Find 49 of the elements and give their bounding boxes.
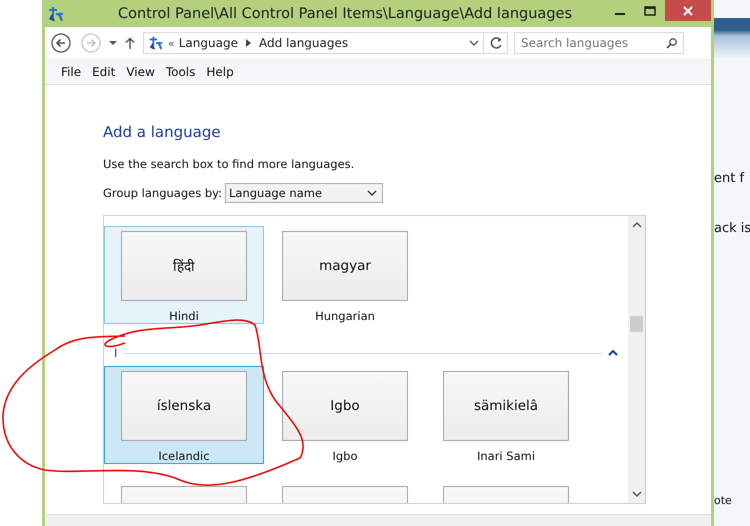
menu-item[interactable]: View [121, 63, 160, 81]
up-arrow-icon[interactable] [125, 37, 135, 49]
page-header-banner [714, 18, 750, 58]
collapse-caret-icon[interactable] [608, 350, 618, 356]
tile-highlight[interactable]: हिंदी Hindi [104, 226, 264, 324]
language-tile[interactable]: हिंदी [121, 231, 247, 301]
group-by-label: Group languages by: [103, 186, 222, 200]
language-icon [148, 35, 164, 51]
menu-item[interactable]: Edit [87, 63, 120, 81]
breadcrumb-item[interactable]: Add languages [258, 36, 348, 50]
group-header[interactable]: I [114, 346, 118, 360]
search-field[interactable]: Search languages [514, 32, 684, 54]
refresh-icon [488, 36, 502, 50]
chevron-down-icon[interactable] [469, 40, 479, 46]
overflow-chevron[interactable]: « [168, 36, 175, 50]
address-bar[interactable]: « Language Add languages [143, 32, 484, 54]
breadcrumb-arrow-icon[interactable] [246, 39, 251, 47]
language-icon [47, 4, 65, 22]
window-title: Control Panel\All Control Panel Items\Language\Add languages [117, 6, 573, 22]
minimize-icon [615, 12, 625, 14]
tile-highlight[interactable]: íslenska Icelandic [104, 366, 264, 464]
language-tile[interactable]: sämikielâ [443, 371, 569, 441]
search-icon [666, 38, 677, 48]
maximize-icon [644, 6, 656, 16]
language-tile[interactable]: Igbo [282, 371, 408, 441]
refresh-button[interactable] [484, 32, 508, 54]
breadcrumb-item[interactable]: Language [178, 36, 238, 50]
back-button[interactable] [49, 31, 73, 55]
language-name: Icelandic [158, 449, 210, 463]
language-name: Hindi [169, 309, 199, 323]
dropdown-icon[interactable] [109, 40, 117, 46]
description-text: Use the search box to find more languages. [103, 157, 356, 171]
menu-item[interactable]: Help [201, 63, 239, 81]
language-tile[interactable]: íslenska [121, 371, 247, 441]
scrollbar[interactable] [628, 216, 645, 503]
page-text: ent f [714, 171, 744, 186]
chevron-down-icon [367, 190, 377, 196]
close-button[interactable] [665, 0, 711, 21]
page-heading: Add a language [103, 123, 222, 143]
page-text: ote [714, 494, 732, 507]
close-icon [683, 6, 693, 16]
language-name: Igbo [332, 449, 358, 463]
language-name: Inari Sami [476, 449, 536, 463]
language-tile[interactable]: magyar [282, 231, 408, 301]
scroll-thumb[interactable] [630, 316, 643, 332]
menu-item[interactable]: File [56, 63, 86, 81]
menu-item[interactable]: Tools [160, 63, 200, 81]
group-by-dropdown[interactable]: Language name [225, 183, 383, 203]
language-name: Hungarian [315, 309, 375, 323]
